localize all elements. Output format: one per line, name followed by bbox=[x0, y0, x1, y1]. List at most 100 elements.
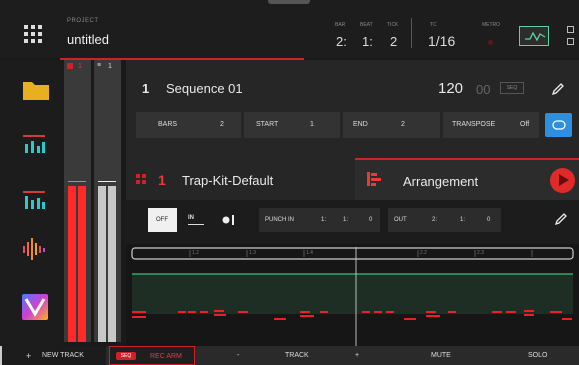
logo-icon[interactable] bbox=[22, 294, 48, 320]
kit-selector[interactable]: 1 Trap-Kit-Default bbox=[126, 158, 355, 200]
ruler-label: 1.2 bbox=[192, 250, 199, 256]
start-value: 1 bbox=[310, 121, 314, 128]
loop-icon bbox=[552, 120, 566, 130]
tc-label: TC bbox=[430, 22, 437, 28]
mixer-strip-1[interactable]: 1 bbox=[64, 60, 91, 342]
kit-name: Trap-Kit-Default bbox=[182, 173, 274, 188]
track-label: TRACK bbox=[285, 352, 309, 359]
mute-label: MUTE bbox=[431, 352, 451, 359]
bars-value: 2 bbox=[220, 121, 224, 128]
mute-button[interactable]: MUTE bbox=[397, 346, 486, 365]
sidebar bbox=[0, 60, 60, 346]
timeline[interactable]: 1.2 1.3 1.4 2.2 2.3 bbox=[126, 244, 579, 346]
strip-header: ≡ 1 bbox=[94, 60, 121, 74]
top-bar: PROJECT untitled BAR BEAT TICK 2: 1: 2 T… bbox=[0, 0, 579, 58]
in-underline bbox=[188, 224, 204, 225]
arrangement-tab[interactable]: Arrangement bbox=[355, 158, 579, 200]
start-label: START bbox=[256, 121, 279, 128]
pencil-icon[interactable] bbox=[551, 82, 565, 96]
menu-grid-icon[interactable] bbox=[24, 25, 42, 43]
project-label: PROJECT bbox=[67, 18, 99, 24]
pencil-icon[interactable] bbox=[554, 212, 568, 226]
bar-value[interactable]: 2: bbox=[336, 34, 347, 49]
in-label: IN bbox=[188, 215, 194, 221]
transpose-field[interactable]: TRANSPOSE Off bbox=[443, 112, 539, 138]
window-alt-icon[interactable] bbox=[567, 38, 574, 45]
bar-label: BAR bbox=[335, 22, 346, 28]
tick-value[interactable]: 2 bbox=[390, 34, 397, 49]
track-prev-button[interactable]: - bbox=[237, 352, 239, 359]
new-track-button[interactable]: + NEW TRACK bbox=[0, 346, 106, 365]
mixer-strip-2[interactable]: ≡ 1 bbox=[94, 60, 121, 342]
window-icon[interactable] bbox=[567, 26, 574, 33]
bottom-bar: + NEW TRACK SEQ REC ARM - TRACK + MUTE S… bbox=[0, 346, 579, 365]
sequence-panel: 1 Sequence 01 120 00 SEQ BARS 2 START 1 … bbox=[126, 60, 579, 158]
project-name[interactable]: untitled bbox=[67, 32, 109, 47]
punch-out-bar: 2: bbox=[432, 217, 438, 223]
arrangement-label: Arrangement bbox=[403, 174, 479, 189]
kit-icon bbox=[67, 63, 73, 69]
folder-icon[interactable] bbox=[22, 79, 50, 101]
meter-right bbox=[78, 186, 86, 342]
track-selector[interactable]: - TRACK + bbox=[198, 346, 392, 365]
end-value: 2 bbox=[401, 121, 405, 128]
kit-number: 1 bbox=[158, 172, 166, 188]
rec-mode-off-button[interactable]: OFF bbox=[148, 208, 177, 232]
tempo-source-badge[interactable]: SEQ bbox=[500, 82, 524, 94]
punch-in-mode-button[interactable]: IN bbox=[182, 208, 210, 232]
play-button[interactable] bbox=[550, 168, 575, 193]
punch-in-label: PUNCH IN bbox=[265, 217, 295, 223]
track-icon: ≡ bbox=[97, 62, 102, 69]
mixer-strips: 1 ≡ 1 bbox=[60, 60, 126, 346]
tc-value[interactable]: 1/16 bbox=[428, 33, 455, 49]
punch-in-field[interactable]: PUNCH IN 1: 1: 0 bbox=[259, 208, 380, 232]
ruler-label: 2.2 bbox=[420, 250, 427, 256]
out-label: OUT bbox=[394, 217, 407, 223]
beat-label: BEAT bbox=[360, 22, 373, 28]
mixer-icon[interactable] bbox=[22, 134, 46, 154]
punch-in-beat: 1: bbox=[343, 217, 349, 223]
seq-badge: SEQ bbox=[116, 352, 136, 360]
transpose-label: TRANSPOSE bbox=[452, 121, 496, 128]
drag-handle[interactable] bbox=[268, 0, 310, 4]
sequence-name[interactable]: Sequence 01 bbox=[166, 81, 243, 96]
mixer-alt-icon[interactable] bbox=[22, 190, 46, 210]
waveform-button[interactable] bbox=[519, 26, 549, 46]
strip-1-label: 1 bbox=[78, 63, 82, 70]
punch-in-bar: 1: bbox=[321, 217, 327, 223]
tick-label: TICK bbox=[387, 22, 399, 28]
sampler-icon[interactable] bbox=[22, 236, 46, 262]
transpose-value: Off bbox=[520, 121, 530, 128]
meter-left bbox=[68, 186, 76, 342]
timeline-graphics bbox=[131, 247, 574, 346]
punch-in-tick: 0 bbox=[369, 217, 373, 223]
drum-kit-icon bbox=[136, 174, 146, 184]
start-field[interactable]: START 1 bbox=[244, 112, 340, 138]
bars-field[interactable]: BARS 2 bbox=[136, 112, 241, 138]
track-next-button[interactable]: + bbox=[355, 352, 359, 359]
off-label: OFF bbox=[156, 217, 168, 223]
solo-label: SOLO bbox=[528, 352, 548, 359]
rec-arm-button[interactable]: SEQ REC ARM bbox=[109, 346, 195, 365]
arrangement-icon bbox=[367, 172, 381, 186]
loop-button[interactable] bbox=[545, 113, 572, 137]
punch-out-tick: 0 bbox=[487, 217, 491, 223]
peak-line bbox=[68, 181, 86, 182]
beat-value[interactable]: 1: bbox=[362, 34, 373, 49]
ruler-label: 2.3 bbox=[477, 250, 484, 256]
meter-right bbox=[108, 186, 116, 342]
arrangement-panel: OFF IN PUNCH IN 1: 1: 0 OUT 2: 1: 0 1.2 … bbox=[126, 200, 579, 346]
end-label: END bbox=[353, 121, 368, 128]
strip-2-label: 1 bbox=[108, 63, 112, 70]
bars-label: BARS bbox=[158, 121, 178, 128]
solo-button[interactable]: SOLO bbox=[490, 346, 579, 365]
plus-icon: + bbox=[26, 351, 32, 361]
metro-label: METRO bbox=[482, 22, 501, 28]
ruler-label: 1.4 bbox=[306, 250, 313, 256]
metro-indicator[interactable] bbox=[488, 40, 493, 45]
punch-out-field[interactable]: OUT 2: 1: 0 bbox=[388, 208, 501, 232]
record-from-cursor-button[interactable] bbox=[218, 208, 242, 232]
tempo-value[interactable]: 120 bbox=[438, 80, 463, 97]
tempo-decimal[interactable]: 00 bbox=[476, 82, 490, 97]
end-field[interactable]: END 2 bbox=[343, 112, 440, 138]
